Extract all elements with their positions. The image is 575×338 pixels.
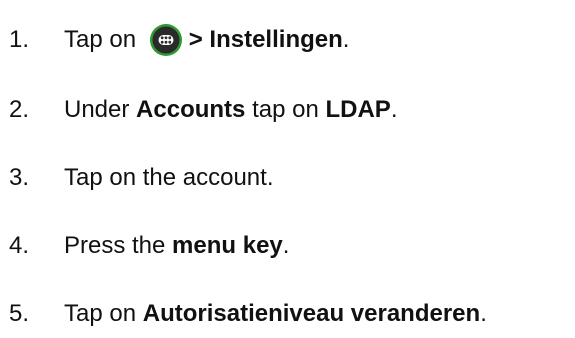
step-number: 2.: [9, 96, 30, 123]
step-5: 5. Tap on Autorisatieniveau veranderen .: [9, 294, 487, 334]
step-text: .: [390, 96, 398, 123]
step-text: .: [342, 26, 350, 53]
step-text: Tap on: [64, 300, 143, 327]
step-bold-text: menu key: [172, 232, 283, 259]
step-number: 3.: [9, 164, 30, 191]
step-number: 5.: [9, 300, 30, 327]
step-text: .: [282, 232, 290, 259]
step-number: 1.: [9, 26, 30, 53]
step-text: .: [480, 300, 487, 327]
step-3: 3. Tap on the account.: [9, 158, 273, 198]
instruction-steps: 1. Tap on > Instellingen . 2. Under Acco…: [0, 0, 575, 338]
app-drawer-icon: [149, 23, 183, 57]
step-text: Tap on: [64, 26, 143, 53]
step-bold-text: > Instellingen: [188, 26, 343, 53]
step-bold-text: Accounts: [136, 96, 246, 123]
step-text: Press the: [64, 232, 173, 259]
step-text: tap on: [245, 96, 326, 123]
step-bold-text: Autorisatieniveau veranderen: [142, 300, 481, 327]
step-bold-text: LDAP: [325, 96, 391, 123]
step-4: 4. Press the menu key .: [9, 226, 289, 266]
step-2: 2. Under Accounts tap on LDAP .: [9, 90, 397, 130]
step-text: Under: [64, 96, 137, 123]
step-text: Tap on the account.: [64, 164, 274, 191]
step-1: 1. Tap on > Instellingen .: [9, 20, 349, 60]
step-number: 4.: [9, 232, 30, 259]
